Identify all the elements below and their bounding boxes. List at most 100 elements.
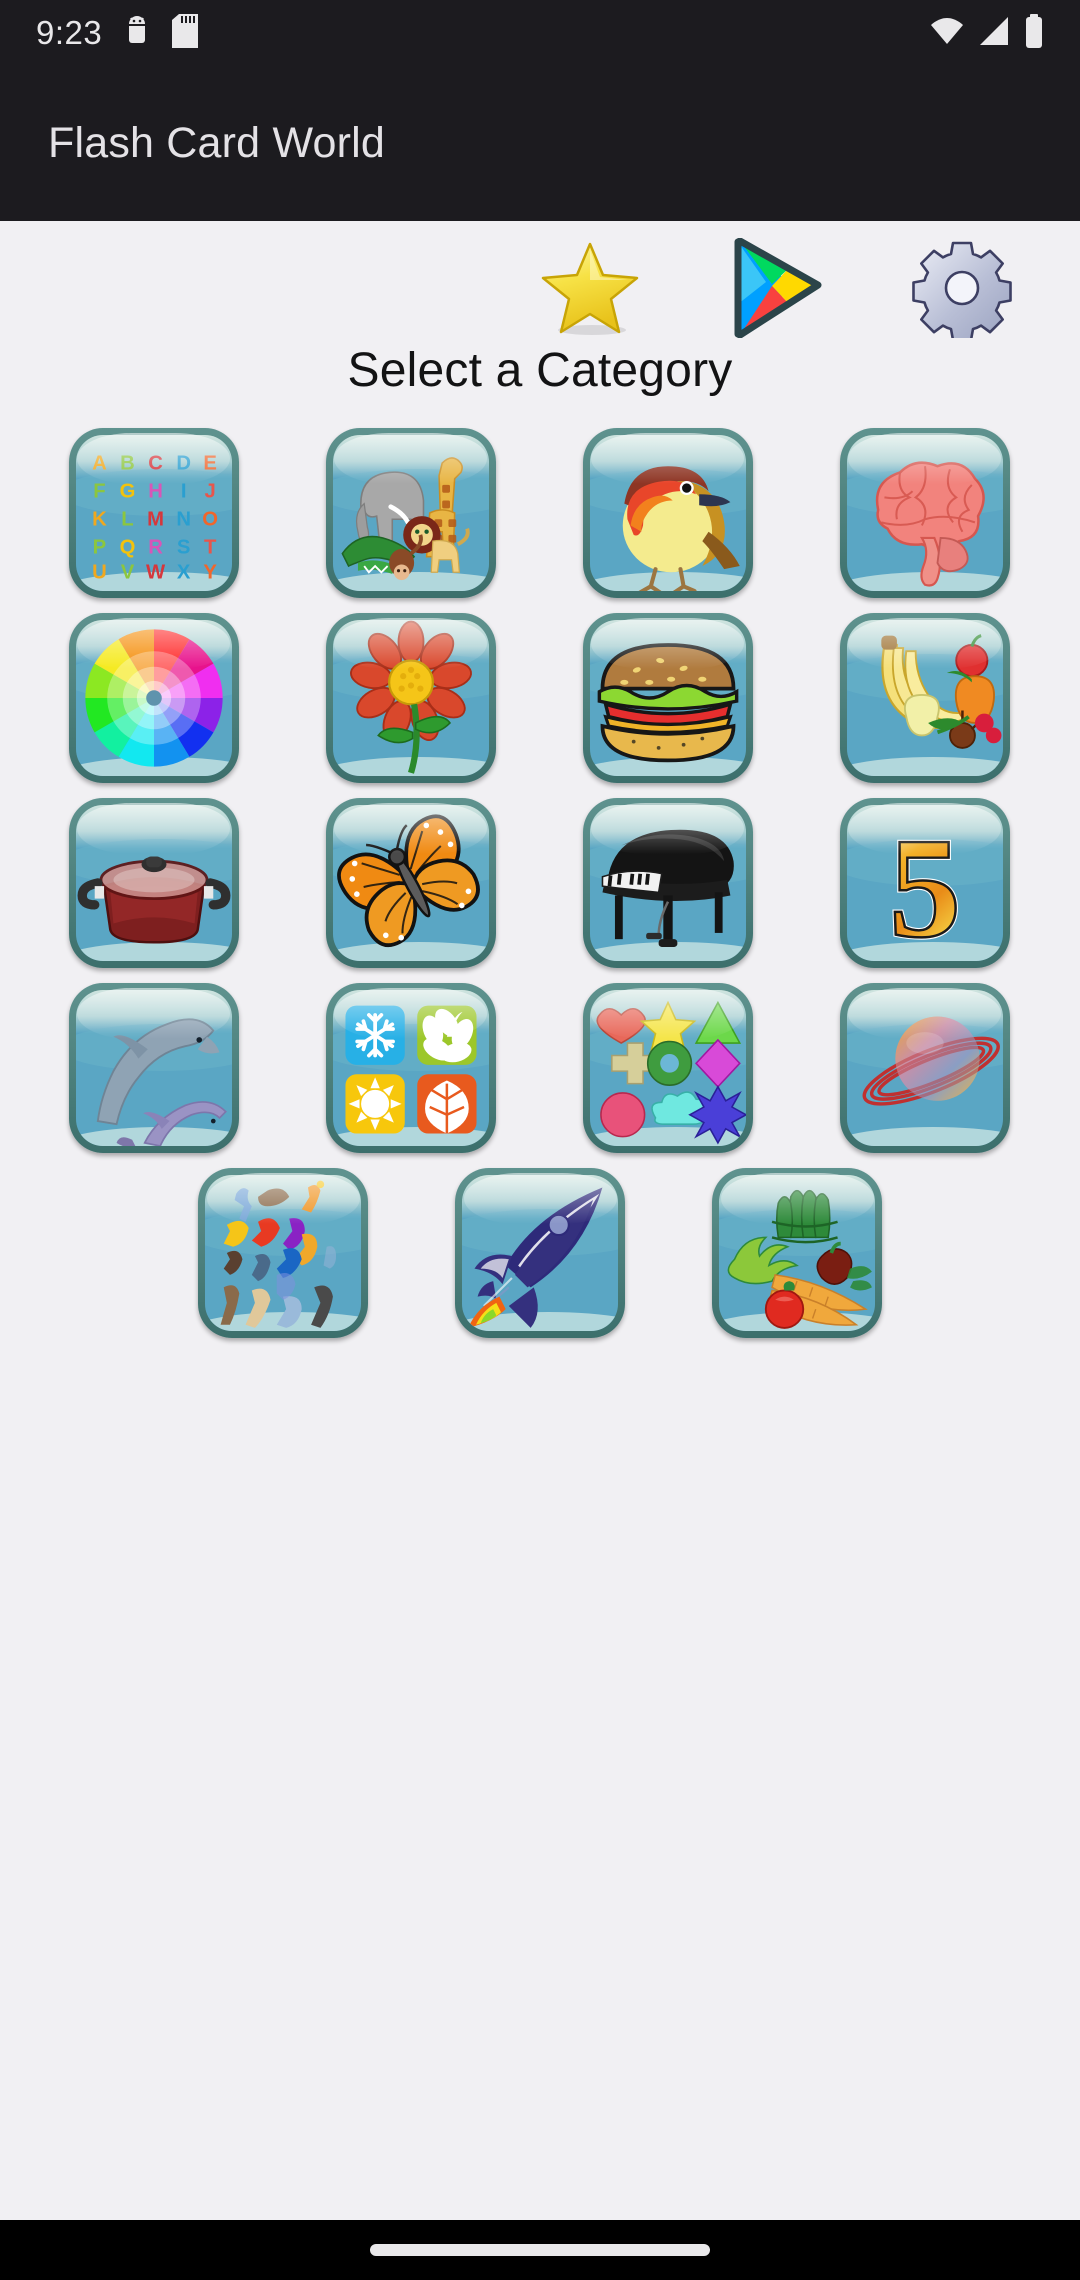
grand-piano-icon [590,805,746,961]
grid-cell [539,428,796,598]
section-heading: Select a Category [347,344,733,397]
grid-cell [25,798,282,968]
svg-text:T: T [203,537,216,559]
grid-cell [282,428,539,598]
cooking-pot-icon [76,805,232,961]
settings-button[interactable] [908,238,1016,343]
category-tile-ocean[interactable] [68,983,239,1153]
category-tile-space[interactable] [839,983,1010,1153]
svg-text:V: V [120,562,134,584]
svg-text:S: S [176,537,190,559]
category-tile-seasons[interactable] [325,983,496,1153]
grid-cell [539,983,796,1153]
hamburger-icon [590,620,746,776]
svg-text:X: X [176,562,190,584]
svg-text:M: M [147,508,164,530]
grid-cell [282,798,539,968]
grid-cell [282,613,539,783]
toolbar [0,221,1080,341]
page-title: Flash Card World [48,119,385,167]
app-bar: Flash Card World [0,66,1080,221]
svg-text:G: G [119,480,135,502]
flower-icon [333,620,489,776]
svg-text:5: 5 [889,809,961,961]
rocket-icon [462,1175,618,1331]
svg-text:U: U [92,562,107,584]
settings-gear-icon [912,238,1012,343]
bird-robin-icon [590,435,746,591]
sports-silhouettes-icon [205,1175,361,1331]
category-tile-insects[interactable] [325,798,496,968]
category-tile-colors[interactable] [68,613,239,783]
category-tile-flowers[interactable] [325,613,496,783]
favorites-star-icon [540,240,640,341]
grid-cell [796,613,1053,783]
svg-text:R: R [148,537,163,559]
grid-cell [796,428,1053,598]
category-tile-transport[interactable] [455,1168,625,1338]
category-tile-vegetables[interactable] [712,1168,882,1338]
category-tile-food[interactable] [582,613,753,783]
status-bar-right [930,13,1044,53]
status-clock: 9:23 [36,14,103,51]
google-play-button[interactable] [722,237,830,343]
butterfly-icon [333,805,489,961]
category-tile-animals[interactable] [325,428,496,598]
svg-text:J: J [204,480,215,502]
battery-icon [1024,13,1044,53]
svg-text:C: C [148,452,163,474]
category-tile-kitchen[interactable] [68,798,239,968]
svg-text:E: E [203,452,217,474]
cellular-signal-icon [978,14,1010,53]
planet-saturn-icon [847,990,1003,1146]
svg-text:L: L [121,508,133,530]
grid-cell: 5 5 [796,798,1053,968]
navigation-bar [0,2220,1080,2280]
category-tile-body[interactable] [839,428,1010,598]
svg-text:K: K [92,508,107,530]
svg-text:B: B [120,452,135,474]
home-gesture-pill[interactable] [370,2244,710,2256]
svg-text:H: H [148,480,163,502]
grid-cell [539,798,796,968]
dolphins-icon [76,990,232,1146]
svg-text:P: P [92,537,106,559]
grid-cell: ABCDE FGHIJ KLMNO PQRST UVWXY [25,428,282,598]
grid-cell [25,983,282,1153]
grid-cell [282,983,539,1153]
category-tile-fruit[interactable] [839,613,1010,783]
svg-text:Q: Q [119,537,135,559]
seasons-four-squares-icon [333,990,489,1146]
animals-icon [333,435,489,591]
status-bar-left: 9:23 [36,13,930,53]
category-grid-last-row [0,1168,1080,1338]
status-bar: 9:23 [0,0,1080,66]
category-tile-sports[interactable] [198,1168,368,1338]
grid-cell [25,613,282,783]
favorites-button[interactable] [536,240,644,340]
android-debug-icon [122,14,152,53]
category-tile-birds[interactable] [582,428,753,598]
google-play-icon [728,237,824,343]
shapes-grid-icon [590,990,746,1146]
category-tile-numbers[interactable]: 5 5 [839,798,1010,968]
svg-text:N: N [176,508,191,530]
wifi-icon [930,14,964,53]
fruit-basket-icon [847,620,1003,776]
category-tile-shapes[interactable] [582,983,753,1153]
svg-text:I: I [180,480,186,502]
sd-card-icon [172,13,199,53]
grid-cell [796,983,1053,1153]
vegetables-icon [719,1175,875,1331]
brain-icon [847,435,1003,591]
alphabet-letters-icon: ABCDE FGHIJ KLMNO PQRST UVWXY [76,435,232,591]
main-content: Select a Category ABCDE FGHIJ KLMNO PQRS… [0,221,1080,2280]
svg-text:Y: Y [203,562,217,584]
svg-text:F: F [93,480,105,502]
svg-text:O: O [202,508,218,530]
category-tile-alphabet[interactable]: ABCDE FGHIJ KLMNO PQRST UVWXY [68,428,239,598]
category-tile-instruments[interactable] [582,798,753,968]
color-wheel-icon [76,620,232,776]
svg-text:W: W [145,562,165,584]
grid-cell [539,613,796,783]
